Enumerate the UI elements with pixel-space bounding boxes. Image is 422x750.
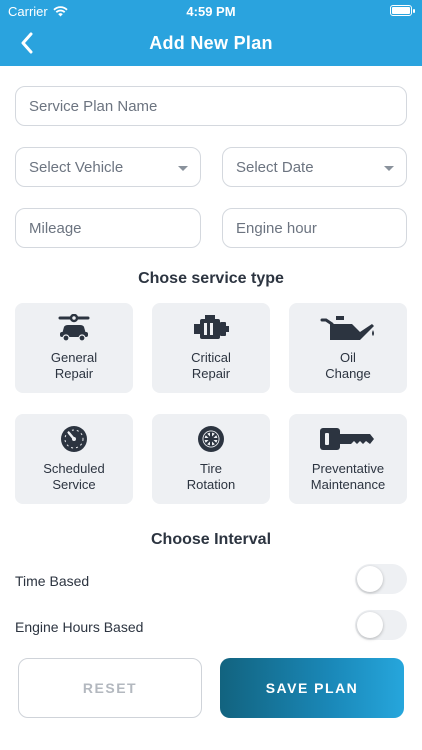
preventative-maintenance-label: Preventative Maintenance <box>310 461 386 492</box>
engine-hours-based-label: Engine Hours Based <box>15 619 144 635</box>
reset-button[interactable]: RESET <box>18 658 202 718</box>
time-based-toggle[interactable] <box>355 564 407 594</box>
toggle-knob <box>357 612 383 638</box>
app-header: Carrier 4:59 PM Add New Plan <box>0 0 422 66</box>
engine-icon <box>152 313 270 343</box>
service-type-title: Chose service type <box>138 270 284 287</box>
battery-icon <box>390 5 415 16</box>
select-vehicle-placeholder: Select Vehicle <box>29 158 124 176</box>
key-icon <box>289 424 407 454</box>
service-type-critical-repair[interactable]: Critical Repair <box>152 303 270 393</box>
interval-title: Choose Interval <box>150 531 272 548</box>
service-type-general-repair[interactable]: General Repair <box>15 303 133 393</box>
oil-can-icon <box>289 313 407 343</box>
time-based-label: Time Based <box>15 573 90 589</box>
select-date-placeholder: Select Date <box>236 158 314 176</box>
speedometer-icon <box>15 424 133 454</box>
caret-down-icon <box>384 166 394 171</box>
select-vehicle-dropdown[interactable]: Select Vehicle <box>15 147 201 187</box>
service-type-tire-rotation[interactable]: Tire Rotation <box>152 414 270 504</box>
engine-hour-input[interactable]: Engine hour <box>222 208 407 248</box>
caret-down-icon <box>178 166 188 171</box>
select-date-dropdown[interactable]: Select Date <box>222 147 407 187</box>
engine-hour-placeholder: Engine hour <box>236 219 317 237</box>
service-plan-name-input[interactable]: Service Plan Name <box>15 86 407 126</box>
status-time: 4:59 PM <box>186 4 236 19</box>
service-type-oil-change[interactable]: Oil Change <box>289 303 407 393</box>
service-type-preventative-maintenance[interactable]: Preventative Maintenance <box>289 414 407 504</box>
general-repair-label: General Repair <box>50 350 98 381</box>
scheduled-service-label: Scheduled Service <box>43 461 105 492</box>
mileage-input[interactable]: Mileage <box>15 208 201 248</box>
toggle-knob <box>357 566 383 592</box>
mileage-placeholder: Mileage <box>29 219 82 237</box>
engine-hours-based-toggle[interactable] <box>355 610 407 640</box>
car-wrench-icon <box>15 313 133 343</box>
status-bar: Carrier 4:59 PM <box>0 0 422 22</box>
save-plan-button[interactable]: SAVE PLAN <box>220 658 404 718</box>
tire-rotation-label: Tire Rotation <box>186 461 236 492</box>
tire-icon <box>152 424 270 454</box>
service-type-scheduled-service[interactable]: Scheduled Service <box>15 414 133 504</box>
service-plan-name-placeholder: Service Plan Name <box>29 97 158 115</box>
page-title: Add New Plan <box>149 33 273 53</box>
oil-change-label: Oil Change <box>325 350 371 381</box>
critical-repair-label: Critical Repair <box>191 350 231 381</box>
footer-actions: RESET SAVE PLAN <box>0 650 422 750</box>
